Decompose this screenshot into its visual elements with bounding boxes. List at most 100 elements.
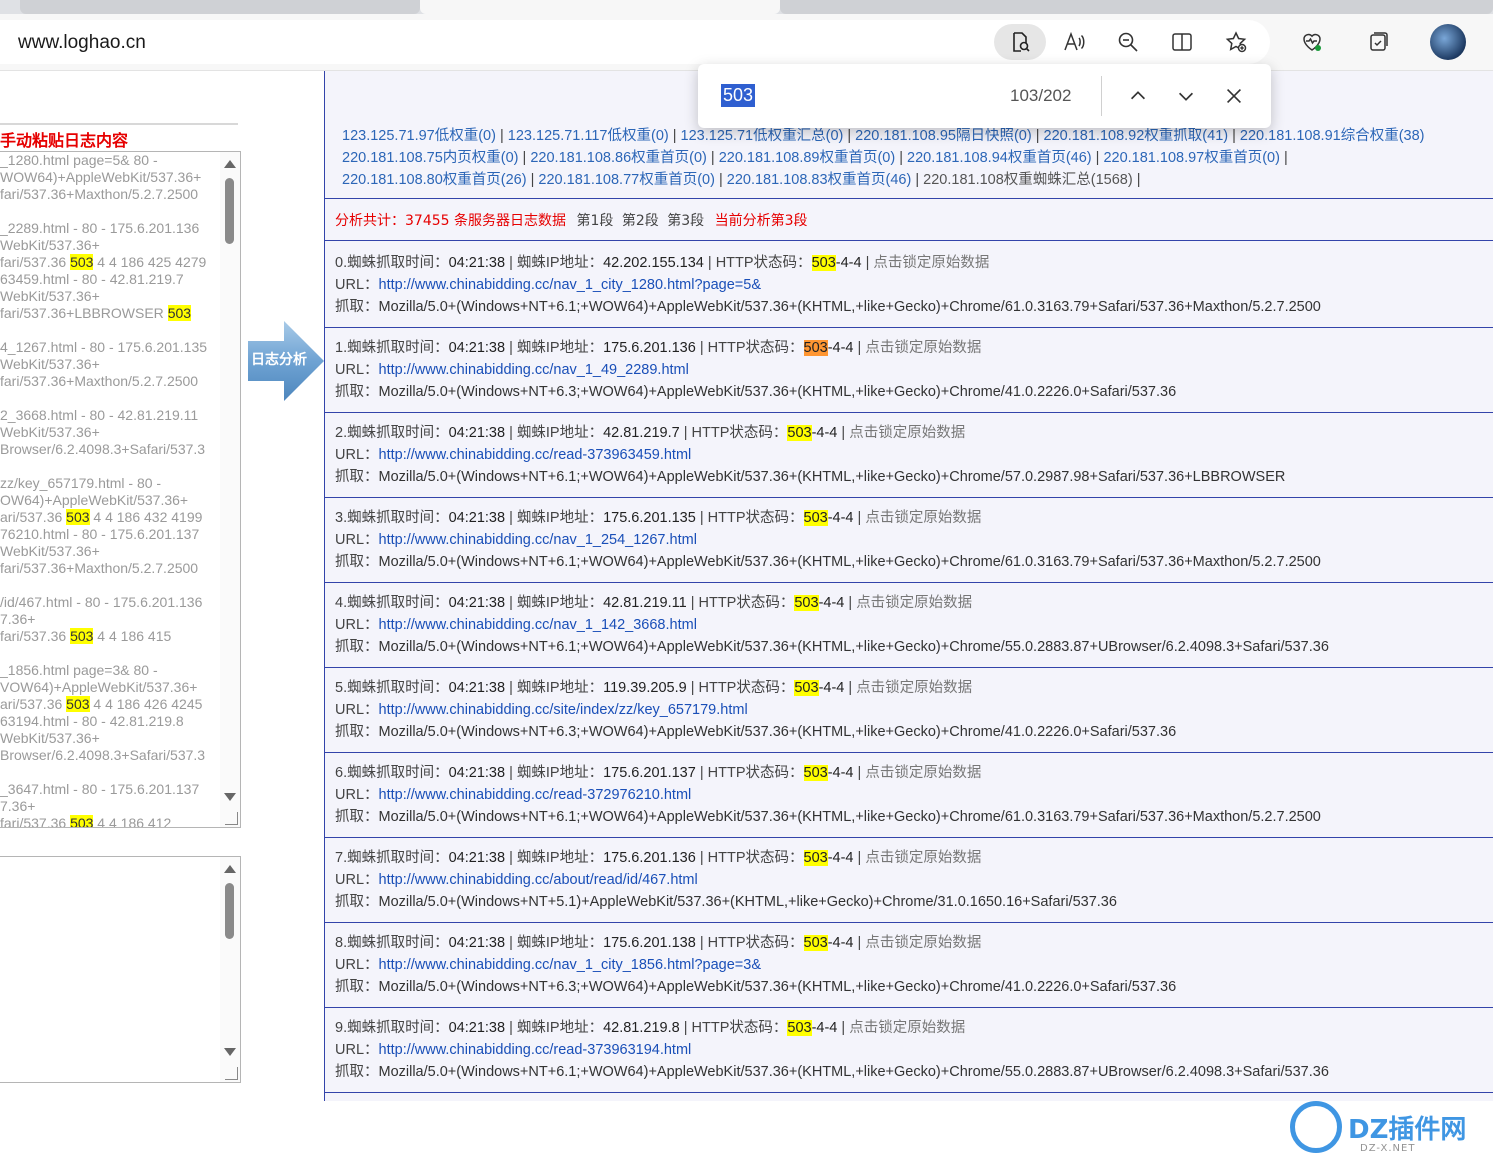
spider-ip: 175.6.201.135 — [603, 510, 696, 526]
log-input-textarea[interactable]: _1280.html page=5& 80 - WOW64)+AppleWebKi… — [0, 151, 241, 828]
lock-raw-data-link[interactable]: 点击锁定原始数据 — [856, 680, 972, 696]
find-previous-button[interactable] — [1122, 80, 1154, 112]
record-ua-row: 抓取：Mozilla/5.0+(Windows+NT+6.3;+WOW64)+A… — [335, 721, 1485, 743]
scrollbar-thumb[interactable] — [225, 178, 234, 244]
lock-raw-data-link[interactable]: 点击锁定原始数据 — [865, 340, 981, 356]
ip-summary-link[interactable]: 220.181.108.92权重抓取(41) — [1044, 128, 1229, 144]
resize-grip-icon[interactable] — [225, 1067, 238, 1080]
lock-raw-data-link[interactable]: 点击锁定原始数据 — [865, 510, 981, 526]
separator: | — [505, 510, 517, 526]
scroll-up-arrow-icon[interactable] — [224, 160, 236, 168]
record-url-link[interactable]: http://www.chinabidding.cc/read-37396345… — [379, 447, 692, 463]
ip-summary-link[interactable]: 220.181.108.91综合权重(38) — [1240, 128, 1425, 144]
separator: | — [853, 850, 866, 866]
separator: | — [695, 765, 708, 781]
record-url-link[interactable]: http://www.chinabidding.cc/nav_1_49_2289… — [379, 362, 689, 378]
find-divider — [1101, 76, 1102, 116]
record-url-link[interactable]: http://www.chinabidding.cc/site/index/zz… — [379, 702, 748, 718]
log-text: WebKit/537.36+ — [0, 288, 100, 304]
find-on-page-icon[interactable] — [994, 24, 1046, 60]
ip-summary-link[interactable]: 220.181.108.77权重首页(0) — [538, 172, 715, 188]
lock-raw-data-link[interactable]: 点击锁定原始数据 — [865, 935, 981, 951]
ip-summary-link[interactable]: 220.181.108.97权重首页(0) — [1103, 150, 1280, 166]
record-url-link[interactable]: http://www.chinabidding.cc/read-37297621… — [379, 787, 692, 803]
ip-summary-link[interactable]: 220.181.108.86权重首页(0) — [530, 150, 707, 166]
scroll-down-arrow-icon[interactable] — [224, 793, 236, 801]
address-text[interactable]: www.loghao.cn — [18, 32, 146, 54]
lock-raw-data-link[interactable]: 点击锁定原始数据 — [865, 850, 981, 866]
textarea-scrollbar[interactable] — [220, 857, 240, 1082]
ip-summary-link[interactable]: 123.125.71低权重汇总(0) — [681, 128, 844, 144]
record-header: 5.蜘蛛抓取时间：04:21:38 | 蜘蛛IP地址：119.39.205.9 … — [335, 677, 1485, 699]
record-url-link[interactable]: http://www.chinabidding.cc/nav_1_city_12… — [379, 277, 762, 293]
separator: | — [679, 425, 692, 441]
profile-avatar[interactable] — [1430, 24, 1466, 60]
log-text: 63194.html - 80 - 42.81.219.8 — [0, 713, 184, 729]
log-text: WebKit/537.36+ — [0, 237, 100, 253]
ip-summary-link[interactable]: 220.181.108.95隔日快照(0) — [855, 128, 1032, 144]
separator: | — [505, 595, 517, 611]
scrollbar-thumb[interactable] — [225, 883, 234, 939]
lock-raw-data-link[interactable]: 点击锁定原始数据 — [873, 255, 989, 271]
segment-link-2[interactable]: 第2段 — [622, 213, 659, 229]
find-next-button[interactable] — [1170, 80, 1202, 112]
left-divider — [0, 123, 238, 125]
lock-raw-data-link[interactable]: 点击锁定原始数据 — [856, 595, 972, 611]
log-line — [0, 322, 220, 339]
find-input[interactable]: 503 — [721, 84, 756, 107]
record-url-link[interactable]: http://www.chinabidding.cc/nav_1_142_366… — [379, 617, 697, 633]
ip-summary-link[interactable]: 123.125.71.97低权重(0) — [342, 128, 496, 144]
record-index: 7. — [335, 850, 348, 866]
ip-summary-link[interactable]: 220.181.108.83权重首页(46) — [727, 172, 912, 188]
textarea-scrollbar[interactable] — [220, 152, 240, 827]
ip-summary-link[interactable]: 123.125.71.117低权重(0) — [508, 128, 669, 144]
log-text: fari/537.36+Maxthon/5.2.7.2500 — [0, 186, 199, 202]
record-url-link[interactable]: http://www.chinabidding.cc/nav_1_254_126… — [379, 532, 697, 548]
scroll-down-arrow-icon[interactable] — [224, 1048, 236, 1056]
status-code-highlight: 503 — [787, 425, 812, 441]
analyze-button-label[interactable]: 日志分析 — [251, 349, 307, 369]
url-label: URL： — [335, 617, 379, 633]
ip-summary-link[interactable]: 220.181.108.94权重首页(46) — [907, 150, 1092, 166]
log-line: fari/537.36 503 4 4 186 425 4279 — [0, 254, 220, 271]
status-label: HTTP状态码： — [707, 510, 804, 526]
record-url-link[interactable]: http://www.chinabidding.cc/read-37396319… — [379, 1042, 692, 1058]
ip-summary-link[interactable]: 220.181.108.75内页权重(0) — [342, 150, 519, 166]
record-header: 8.蜘蛛抓取时间：04:21:38 | 蜘蛛IP地址：175.6.201.138… — [335, 932, 1485, 954]
lock-raw-data-link[interactable]: 点击锁定原始数据 — [849, 1020, 965, 1036]
split-screen-icon[interactable] — [1164, 24, 1200, 60]
record-url-link[interactable]: http://www.chinabidding.cc/nav_1_city_18… — [379, 957, 762, 973]
segment-link-1[interactable]: 第1段 — [576, 213, 613, 229]
user-agent: Mozilla/5.0+(Windows+NT+6.3;+WOW64)+Appl… — [378, 979, 1177, 995]
scroll-up-arrow-icon[interactable] — [224, 865, 236, 873]
segment-link-3[interactable]: 第3段 — [667, 213, 704, 229]
divider — [325, 667, 1493, 668]
ip-summary-row: 123.125.71.97低权重(0) | 123.125.71.117低权重(… — [342, 125, 1492, 147]
read-aloud-icon[interactable] — [1056, 24, 1092, 60]
ip-summary-row: 220.181.108.75内页权重(0) | 220.181.108.86权重… — [342, 147, 1492, 169]
add-favorite-icon[interactable] — [1218, 24, 1254, 60]
divider — [325, 412, 1493, 413]
lock-raw-data-link[interactable]: 点击锁定原始数据 — [849, 425, 965, 441]
close-icon — [1226, 88, 1242, 104]
spider-ip-summary: 123.125.71.97低权重(0) | 123.125.71.117低权重(… — [342, 125, 1492, 191]
time-label: 蜘蛛抓取时间： — [347, 850, 449, 866]
record-url-row: URL：http://www.chinabidding.cc/read-3739… — [335, 444, 1485, 466]
result-output-textarea[interactable] — [0, 856, 241, 1083]
collections-icon[interactable] — [1360, 24, 1396, 60]
browser-tab[interactable] — [20, 0, 420, 14]
ip-summary-link[interactable]: 220.181.108.89权重首页(0) — [719, 150, 896, 166]
zoom-out-icon[interactable] — [1110, 24, 1146, 60]
browser-tab[interactable] — [780, 0, 1493, 14]
browser-tab-active[interactable] — [420, 0, 780, 14]
find-close-button[interactable] — [1218, 80, 1250, 112]
resize-grip-icon[interactable] — [225, 812, 238, 825]
ip-summary-link[interactable]: 220.181.108.80权重首页(26) — [342, 172, 527, 188]
record-url-link[interactable]: http://www.chinabidding.cc/about/read/id… — [379, 872, 698, 888]
record-ua-row: 抓取：Mozilla/5.0+(Windows+NT+6.3;+WOW64)+A… — [335, 381, 1485, 403]
log-text: _1280.html page=5& 80 - — [0, 152, 158, 168]
lock-raw-data-link[interactable]: 点击锁定原始数据 — [865, 765, 981, 781]
browser-essentials-icon[interactable] — [1294, 24, 1330, 60]
search-highlight: 503 — [70, 254, 94, 270]
